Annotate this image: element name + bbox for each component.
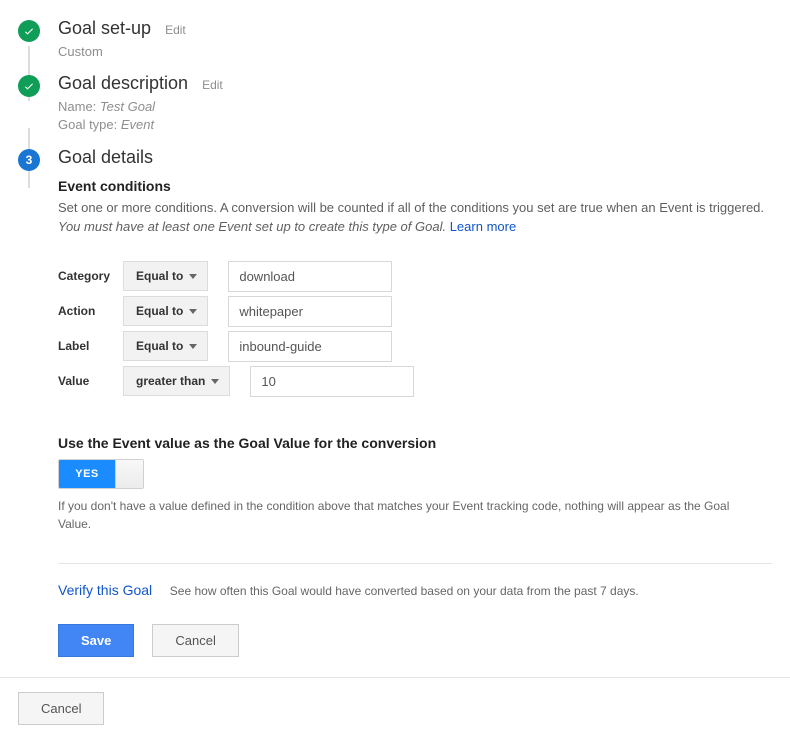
check-icon [18,75,40,97]
step-title: Goal details [58,147,153,168]
operator-select-action[interactable]: Equal to [123,296,208,326]
step-goal-details: 3 Goal details [18,147,772,168]
use-value-title: Use the Event value as the Goal Value fo… [58,435,772,451]
chevron-down-icon [211,379,219,384]
toggle-yes-label: YES [59,460,115,488]
name-value: Test Goal [100,99,155,114]
condition-row-value: Value greater than [58,366,772,397]
operator-text: greater than [136,374,205,388]
edit-link-setup[interactable]: Edit [165,23,186,37]
step-number: 3 [26,153,33,167]
condition-row-action: Action Equal to [58,296,772,327]
step-goal-setup: Goal set-up Edit Custom [18,18,772,61]
chevron-down-icon [189,274,197,279]
condition-label: Action [58,304,123,318]
step-title: Goal set-up [58,18,151,39]
value-input-value[interactable] [250,366,414,397]
step-title: Goal description [58,73,188,94]
edit-link-description[interactable]: Edit [202,78,223,92]
desc-plain: Set one or more conditions. A conversion… [58,200,764,215]
chevron-down-icon [189,309,197,314]
conditions-table: Category Equal to Action Equal to Label … [58,261,772,397]
use-value-toggle[interactable]: YES [58,459,144,489]
value-input-label[interactable] [228,331,392,362]
condition-row-category: Category Equal to [58,261,772,292]
footer-divider [0,677,790,678]
value-input-action[interactable] [228,296,392,327]
divider [58,563,772,564]
operator-text: Equal to [136,269,183,283]
condition-label: Category [58,269,123,283]
event-conditions-desc: Set one or more conditions. A conversion… [58,198,772,237]
operator-select-label[interactable]: Equal to [123,331,208,361]
verify-desc: See how often this Goal would have conve… [170,584,639,598]
use-value-desc: If you don't have a value defined in the… [58,497,758,533]
condition-row-label: Label Equal to [58,331,772,362]
operator-select-value[interactable]: greater than [123,366,230,396]
chevron-down-icon [189,344,197,349]
step-number-badge: 3 [18,149,40,171]
operator-select-category[interactable]: Equal to [123,261,208,291]
operator-text: Equal to [136,339,183,353]
save-button[interactable]: Save [58,624,134,657]
check-icon [18,20,40,42]
verify-goal-link[interactable]: Verify this Goal [58,582,152,598]
verify-row: Verify this Goal See how often this Goal… [58,582,772,598]
learn-more-link[interactable]: Learn more [450,219,516,234]
operator-text: Equal to [136,304,183,318]
footer-cancel-button[interactable]: Cancel [18,692,104,725]
event-conditions-heading: Event conditions [58,178,772,194]
toggle-knob [115,460,143,488]
cancel-button[interactable]: Cancel [152,624,238,657]
step-description-details: Name: Test Goal Goal type: Event [58,98,772,134]
name-label: Name: [58,99,100,114]
step-goal-description: Goal description Edit Name: Test Goal Go… [18,73,772,134]
type-value: Event [121,117,154,132]
type-label: Goal type: [58,117,121,132]
desc-italic: You must have at least one Event set up … [58,219,446,234]
condition-label: Value [58,374,123,388]
step-subtitle: Custom [58,43,772,61]
condition-label: Label [58,339,123,353]
value-input-category[interactable] [228,261,392,292]
